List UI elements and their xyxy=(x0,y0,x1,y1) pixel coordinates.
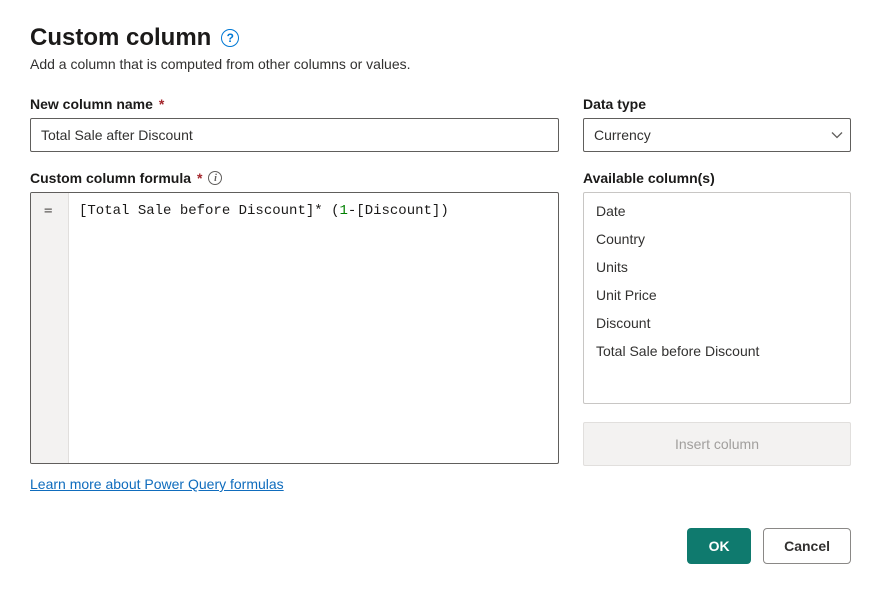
data-type-value: Currency xyxy=(594,127,651,143)
column-name-label-text: New column name xyxy=(30,96,153,112)
column-name-label: New column name * xyxy=(30,96,559,112)
available-columns-label-text: Available column(s) xyxy=(583,170,715,186)
data-type-label-text: Data type xyxy=(583,96,646,112)
required-marker: * xyxy=(159,96,164,112)
list-item[interactable]: Total Sale before Discount xyxy=(584,337,850,365)
list-item[interactable]: Discount xyxy=(584,309,850,337)
list-item[interactable]: Units xyxy=(584,253,850,281)
formula-label: Custom column formula * i xyxy=(30,170,559,186)
formula-content: [Total Sale before Discount]* (1-[Discou… xyxy=(79,201,449,221)
formula-label-text: Custom column formula xyxy=(30,170,191,186)
dialog-subtitle: Add a column that is computed from other… xyxy=(30,56,851,72)
formula-editor[interactable]: = [Total Sale before Discount]* (1-[Disc… xyxy=(30,192,559,464)
column-name-input[interactable] xyxy=(30,118,559,152)
info-icon[interactable]: i xyxy=(208,171,222,185)
list-item[interactable]: Date xyxy=(584,197,850,225)
insert-column-button: Insert column xyxy=(583,422,851,466)
data-type-select[interactable]: Currency xyxy=(583,118,851,152)
dialog-title: Custom column xyxy=(30,24,211,52)
equals-prefix: = xyxy=(44,201,52,221)
ok-button[interactable]: OK xyxy=(687,528,751,564)
learn-more-link[interactable]: Learn more about Power Query formulas xyxy=(30,476,284,492)
available-columns-list[interactable]: Date Country Units Unit Price Discount T… xyxy=(583,192,851,404)
available-columns-label: Available column(s) xyxy=(583,170,851,186)
help-icon[interactable]: ? xyxy=(221,29,239,47)
required-marker: * xyxy=(197,170,202,186)
cancel-button[interactable]: Cancel xyxy=(763,528,851,564)
list-item[interactable]: Unit Price xyxy=(584,281,850,309)
formula-gutter xyxy=(31,193,69,463)
data-type-label: Data type xyxy=(583,96,851,112)
list-item[interactable]: Country xyxy=(584,225,850,253)
